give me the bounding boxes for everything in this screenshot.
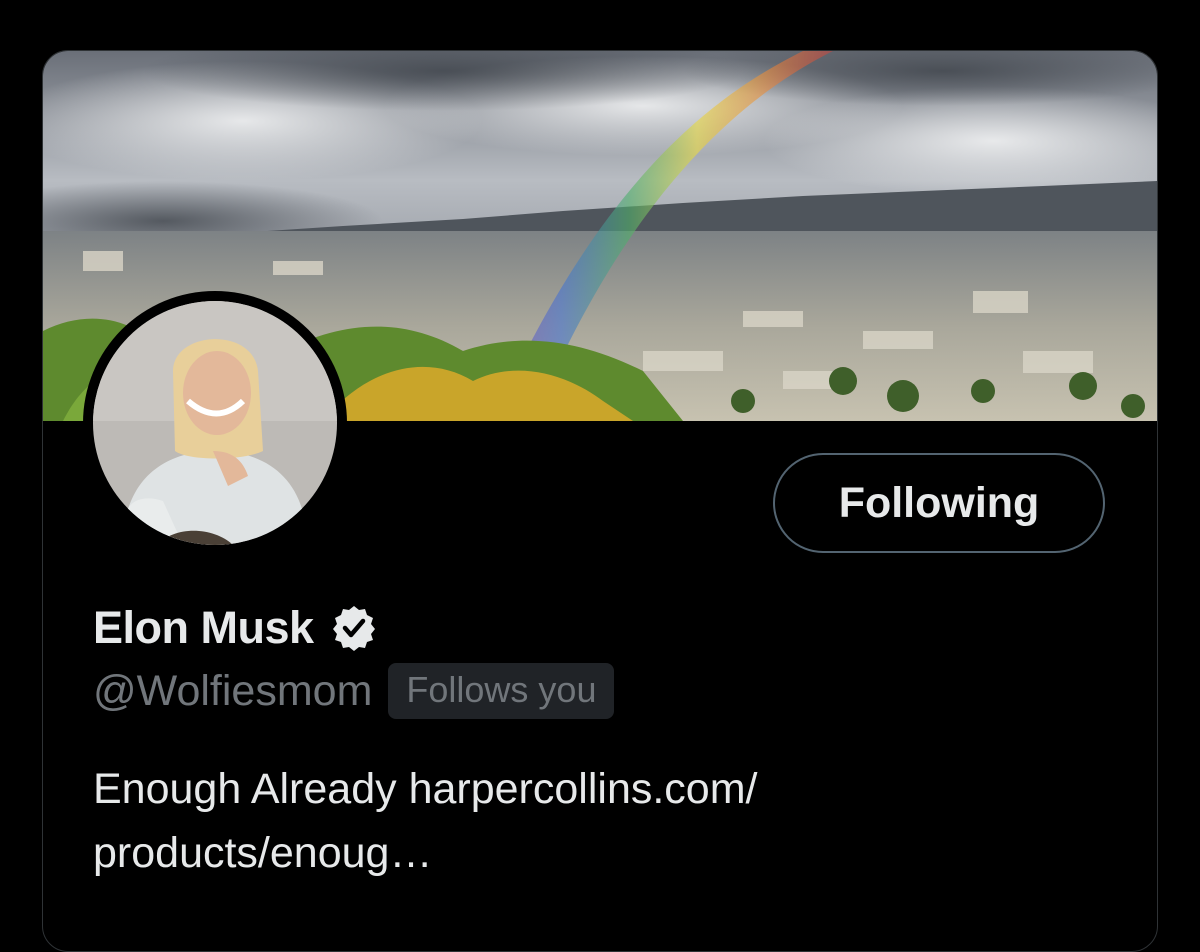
bio-link-continued[interactable]: products/enoug… xyxy=(93,829,432,877)
name-row: Elon Musk xyxy=(93,599,378,657)
handle-row: @Wolfiesmom Follows you xyxy=(93,663,615,719)
verified-badge-icon xyxy=(330,604,378,652)
avatar-photo xyxy=(93,301,337,545)
profile-card: Following Elon Musk @Wolfiesmom Follows … xyxy=(42,50,1158,952)
profile-avatar[interactable] xyxy=(83,291,347,555)
follows-you-badge: Follows you xyxy=(388,663,615,719)
profile-bio: Enough Already harpercollins.com/ produc… xyxy=(93,757,993,885)
following-button[interactable]: Following xyxy=(773,453,1105,553)
bio-text: Enough Already xyxy=(93,765,409,813)
bio-link[interactable]: harpercollins.com/ xyxy=(409,765,758,813)
username-handle: @Wolfiesmom xyxy=(93,666,373,715)
display-name: Elon Musk xyxy=(93,602,314,653)
